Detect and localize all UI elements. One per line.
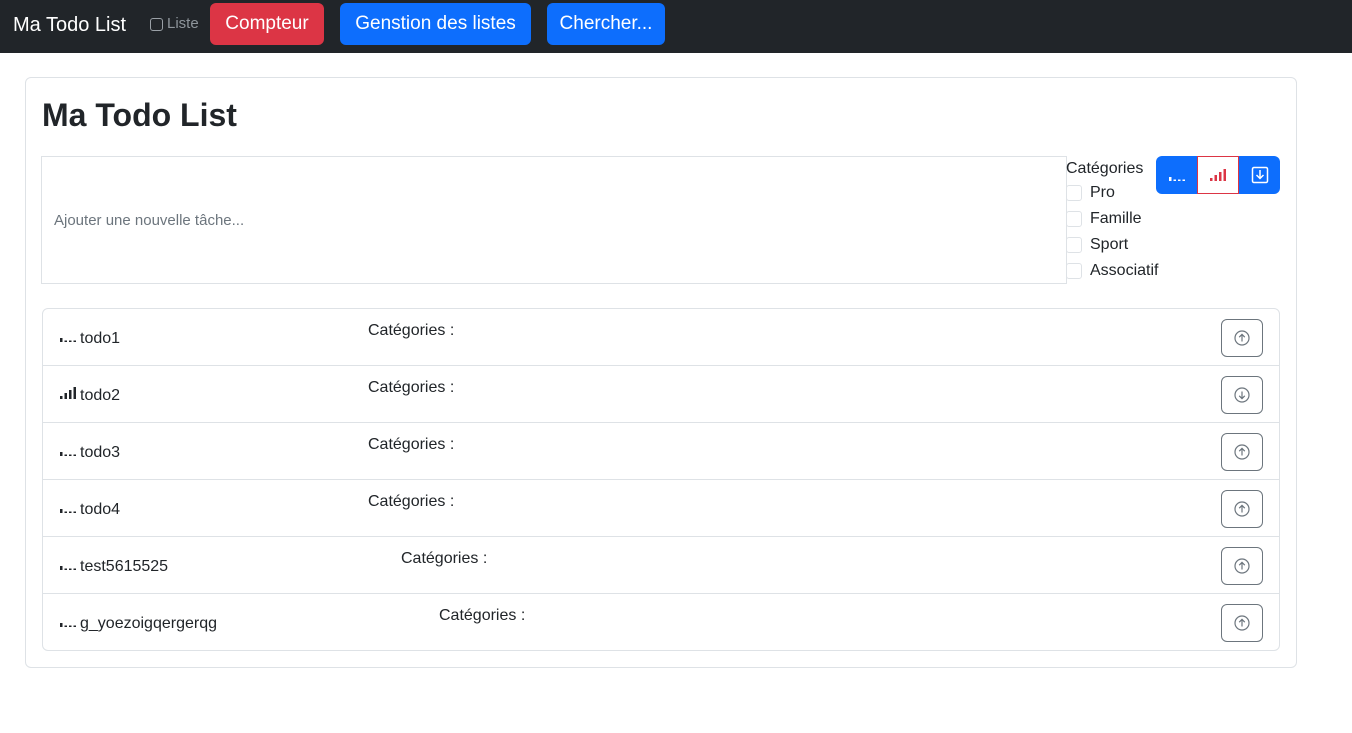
arrow-up-circle-icon — [1234, 444, 1250, 460]
move-up-button[interactable] — [1221, 433, 1263, 471]
category-checkbox[interactable] — [1066, 263, 1082, 279]
todo-categories-label: Catégories : — [439, 607, 526, 624]
priority-high-button[interactable] — [1197, 156, 1239, 194]
navbar: Ma Todo List Liste Compteur Genstion des… — [0, 0, 1352, 53]
liste-toggle[interactable]: Liste — [150, 15, 199, 33]
todo-categories-label: Catégories : — [401, 550, 488, 567]
category-option-sport[interactable]: Sport — [1066, 236, 1128, 254]
category-label: Sport — [1090, 236, 1129, 253]
move-up-button[interactable] — [1221, 490, 1263, 528]
todo-list: todo1 Catégories : todo2 Catégories : to… — [42, 308, 1280, 651]
category-option-famille[interactable]: Famille — [1066, 210, 1142, 228]
todo-name: test5615525 — [80, 558, 169, 575]
new-task-input[interactable] — [41, 156, 1067, 284]
category-label: Associatif — [1090, 262, 1159, 279]
priority-button-group — [1156, 156, 1280, 194]
todo-row: todo4 Catégories : — [43, 480, 1279, 537]
todo-row: todo1 Catégories : — [43, 309, 1279, 366]
signal-low-icon — [1168, 177, 1185, 181]
category-option-pro[interactable]: Pro — [1066, 184, 1115, 202]
signal-high-icon — [60, 387, 76, 399]
todo-categories-label: Catégories : — [368, 436, 455, 453]
arrow-up-circle-icon — [1234, 615, 1250, 631]
signal-low-icon — [60, 623, 76, 627]
download-icon — [1251, 166, 1268, 184]
todo-row: todo3 Catégories : — [43, 423, 1279, 480]
todo-categories-label: Catégories : — [368, 493, 455, 510]
move-up-button[interactable] — [1221, 604, 1263, 642]
arrow-up-circle-icon — [1234, 330, 1250, 346]
page-title: Ma Todo List — [42, 97, 237, 133]
signal-low-icon — [60, 338, 76, 342]
arrow-up-circle-icon — [1234, 501, 1250, 517]
category-label: Famille — [1090, 210, 1142, 227]
todo-categories-label: Catégories : — [368, 322, 455, 339]
todo-name: todo2 — [80, 387, 121, 404]
category-checkbox[interactable] — [1066, 211, 1082, 227]
todo-name: g_yoezoigqergerqg — [80, 615, 217, 632]
signal-low-icon — [60, 452, 76, 456]
category-checkbox[interactable] — [1066, 237, 1082, 253]
arrow-down-circle-icon — [1234, 387, 1250, 403]
categories-title: Catégories — [1066, 160, 1144, 177]
download-button[interactable] — [1239, 156, 1280, 194]
navbar-brand[interactable]: Ma Todo List — [13, 13, 126, 37]
todo-name: todo3 — [80, 444, 121, 461]
todo-row: g_yoezoigqergerqg Catégories : — [43, 594, 1279, 651]
gestion-listes-button[interactable]: Genstion des listes — [340, 3, 531, 45]
arrow-up-circle-icon — [1234, 558, 1250, 574]
todo-categories-label: Catégories : — [368, 379, 455, 396]
liste-checkbox[interactable] — [150, 17, 163, 31]
signal-high-icon — [1210, 169, 1226, 181]
todo-name: todo4 — [80, 501, 121, 518]
priority-low-button[interactable] — [1156, 156, 1197, 194]
compteur-button[interactable]: Compteur — [210, 3, 324, 45]
move-up-button[interactable] — [1221, 547, 1263, 585]
signal-low-icon — [60, 509, 76, 513]
move-up-button[interactable] — [1221, 319, 1263, 357]
liste-label: Liste — [167, 15, 199, 32]
category-label: Pro — [1090, 184, 1115, 201]
todo-name: todo1 — [80, 330, 121, 347]
todo-row: todo2 Catégories : — [43, 366, 1279, 423]
category-option-associatif[interactable]: Associatif — [1066, 262, 1158, 280]
todo-row: test5615525 Catégories : — [43, 537, 1279, 594]
chercher-button[interactable]: Chercher... — [547, 3, 665, 45]
category-checkbox[interactable] — [1066, 185, 1082, 201]
move-down-button[interactable] — [1221, 376, 1263, 414]
signal-low-icon — [60, 566, 76, 570]
